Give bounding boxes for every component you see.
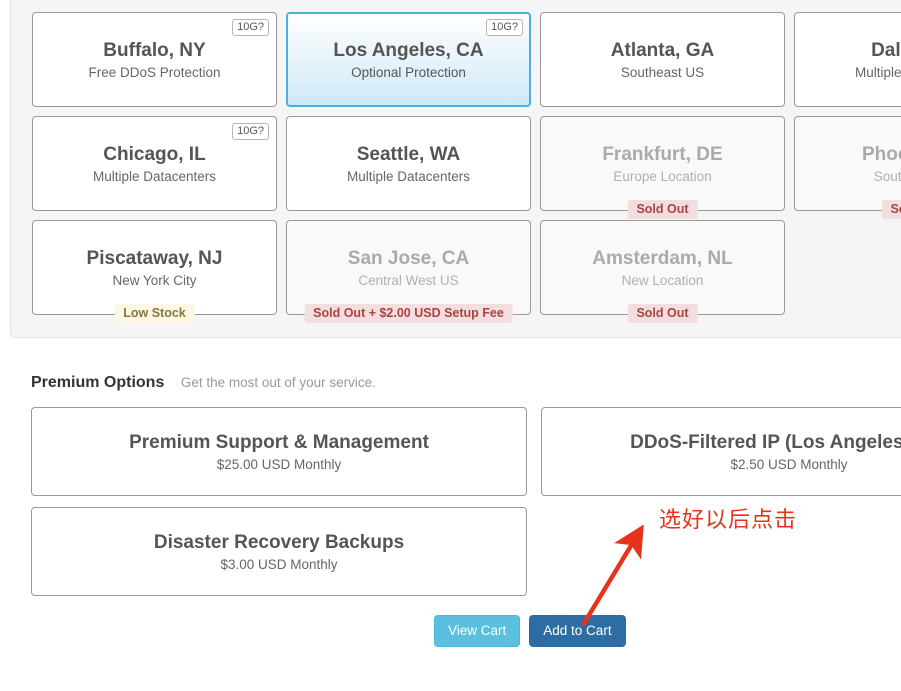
- location-name: Atlanta, GA: [611, 39, 714, 63]
- stock-status-badge: Sold Out: [627, 200, 697, 219]
- location-subtitle: Southeast US: [621, 65, 704, 80]
- location-name: Piscataway, NJ: [87, 247, 223, 271]
- premium-option-price: $25.00 USD Monthly: [217, 457, 342, 472]
- stock-status-badge: Low Stock: [114, 304, 195, 323]
- premium-option-name: Disaster Recovery Backups: [154, 531, 404, 555]
- location-subtitle: Multiple Datacenters: [93, 169, 216, 184]
- location-name: Amsterdam, NL: [592, 247, 732, 271]
- premium-option-price: $3.00 USD Monthly: [220, 557, 337, 572]
- location-card[interactable]: Seattle, WA Multiple Datacenters: [286, 116, 531, 211]
- location-row: 10G?Chicago, ILMultiple DatacentersSeatt…: [32, 116, 901, 211]
- location-row: 10G?Buffalo, NYFree DDoS Protection10G?L…: [32, 12, 901, 107]
- annotation-arrow-icon: [570, 525, 660, 635]
- premium-option-card[interactable]: DDoS-Filtered IP (Los Angeles, CA) $2.50 …: [541, 407, 901, 496]
- premium-option-name: Premium Support & Management: [129, 431, 429, 455]
- location-subtitle: Central West US: [358, 273, 458, 288]
- location-subtitle: New Location: [622, 273, 704, 288]
- page-root: 10G?Buffalo, NYFree DDoS Protection10G?L…: [0, 0, 901, 691]
- location-subtitle: New York City: [112, 273, 196, 288]
- location-name: Frankfurt, DE: [602, 143, 722, 167]
- premium-option-card[interactable]: Disaster Recovery Backups $3.00 USD Month…: [31, 507, 527, 596]
- premium-option-row: Premium Support & Management $25.00 USD M…: [31, 407, 901, 496]
- stock-status-badge: Sold Out: [627, 304, 697, 323]
- location-name: Dallas, TX: [871, 39, 901, 63]
- location-subtitle: Free DDoS Protection: [88, 65, 220, 80]
- premium-options-title: Premium Options: [31, 374, 164, 391]
- location-grid: 10G?Buffalo, NYFree DDoS Protection10G?L…: [32, 12, 901, 324]
- location-card[interactable]: 10G? Chicago, IL Multiple Datacenters: [32, 116, 277, 211]
- location-card: San Jose, CACentral West USSold Out + $2…: [286, 220, 531, 315]
- premium-option-price: $2.50 USD Monthly: [730, 457, 847, 472]
- location-card[interactable]: Atlanta, GA Southeast US: [540, 12, 785, 107]
- location-card: Phoenix, AZSouthwest USSold Out: [794, 116, 901, 211]
- location-card[interactable]: 10G?Los Angeles, CA Optional Protection: [286, 12, 531, 107]
- location-name: Chicago, IL: [103, 143, 205, 167]
- location-subtitle: Optional Protection: [351, 65, 466, 80]
- location-name: San Jose, CA: [348, 247, 469, 271]
- stock-status-badge: Sold Out + $2.00 USD Setup Fee: [304, 304, 513, 323]
- premium-option-name: DDoS-Filtered IP (Los Angeles, CA): [630, 431, 901, 455]
- tengig-badge[interactable]: 10G?: [486, 19, 523, 36]
- location-name: Buffalo, NY: [103, 39, 205, 63]
- annotation-text: 选好以后点击: [659, 502, 797, 534]
- tengig-badge[interactable]: 10G?: [232, 123, 269, 140]
- view-cart-button[interactable]: View Cart: [434, 615, 520, 647]
- location-subtitle: Multiple Datacenters: [855, 65, 901, 80]
- location-card[interactable]: Piscataway, NJNew York CityLow Stock: [32, 220, 277, 315]
- location-card: Frankfurt, DEEurope LocationSold Out: [540, 116, 785, 211]
- location-name: Phoenix, AZ: [862, 143, 901, 167]
- stock-status-badge: Sold Out: [881, 200, 901, 219]
- location-panel: 10G?Buffalo, NYFree DDoS Protection10G?L…: [10, 0, 901, 338]
- premium-options-subtitle: Get the most out of your service.: [181, 375, 376, 390]
- location-subtitle: Multiple Datacenters: [347, 169, 470, 184]
- premium-option-card[interactable]: Premium Support & Management $25.00 USD M…: [31, 407, 527, 496]
- location-name: Los Angeles, CA: [333, 39, 483, 63]
- tengig-badge[interactable]: 10G?: [232, 19, 269, 36]
- location-row: Piscataway, NJNew York CityLow StockSan …: [32, 220, 901, 315]
- location-subtitle: Southwest US: [874, 169, 901, 184]
- location-card: Amsterdam, NLNew LocationSold Out: [540, 220, 785, 315]
- location-card[interactable]: Dallas, TX Multiple Datacenters: [794, 12, 901, 107]
- location-name: Seattle, WA: [357, 143, 460, 167]
- location-card[interactable]: 10G? Buffalo, NY Free DDoS Protection: [32, 12, 277, 107]
- premium-options-heading: Premium Options Get the most out of your…: [31, 374, 376, 392]
- location-subtitle: Europe Location: [613, 169, 711, 184]
